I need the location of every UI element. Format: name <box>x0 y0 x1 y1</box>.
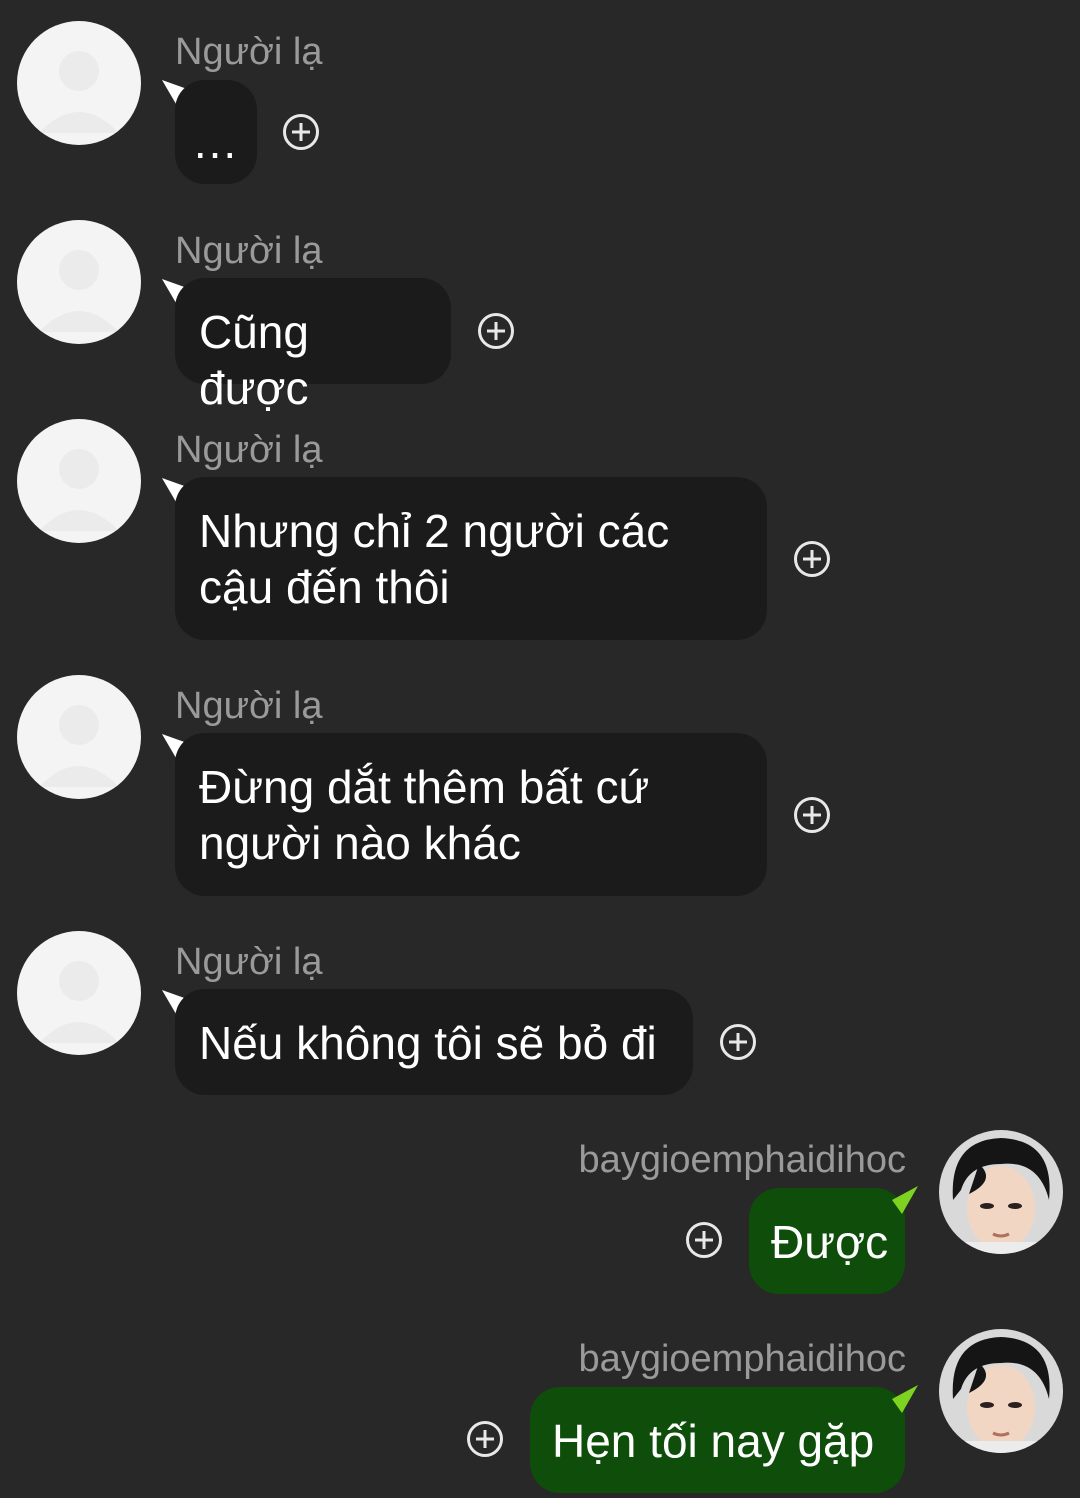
message-bubble[interactable]: Cũng được <box>175 278 451 414</box>
user-silhouette-icon <box>39 449 119 531</box>
bubble-tail <box>892 1186 918 1214</box>
add-reaction-icon[interactable] <box>467 1421 503 1457</box>
message-bubble[interactable]: Hẹn tối nay gặp <box>530 1387 905 1493</box>
message-bubble[interactable]: Đừng dắt thêm bất cứ người nào khác <box>175 733 767 896</box>
message-bubble[interactable]: Được <box>749 1188 905 1294</box>
sender-name: Người lạ <box>175 685 323 727</box>
user-avatar[interactable] <box>939 1329 1063 1453</box>
sender-name: baygioemphaidihoc <box>578 1139 906 1181</box>
user-avatar[interactable] <box>939 1130 1063 1254</box>
add-reaction-icon[interactable] <box>794 797 830 833</box>
user-photo-icon <box>939 1329 1063 1453</box>
sender-avatar[interactable] <box>17 931 141 1055</box>
sender-avatar[interactable] <box>17 21 141 145</box>
sender-avatar[interactable] <box>17 675 141 799</box>
sender-name: baygioemphaidihoc <box>578 1338 906 1380</box>
user-silhouette-icon <box>39 250 119 332</box>
add-reaction-icon[interactable] <box>720 1024 756 1060</box>
message-bubble[interactable]: ... <box>175 80 257 184</box>
add-reaction-icon[interactable] <box>794 541 830 577</box>
message-bubble[interactable]: Nhưng chỉ 2 người các cậu đến thôi <box>175 477 767 640</box>
user-silhouette-icon <box>39 961 119 1043</box>
user-silhouette-icon <box>39 51 119 133</box>
user-photo-icon <box>939 1130 1063 1254</box>
add-reaction-icon[interactable] <box>283 114 319 150</box>
sender-avatar[interactable] <box>17 419 141 543</box>
sender-name: Người lạ <box>175 941 323 983</box>
sender-avatar[interactable] <box>17 220 141 344</box>
add-reaction-icon[interactable] <box>478 313 514 349</box>
sender-name: Người lạ <box>175 230 323 272</box>
sender-name: Người lạ <box>175 31 323 73</box>
add-reaction-icon[interactable] <box>686 1222 722 1258</box>
message-bubble[interactable]: Nếu không tôi sẽ bỏ đi <box>175 989 693 1095</box>
sender-name: Người lạ <box>175 429 323 471</box>
user-silhouette-icon <box>39 705 119 787</box>
bubble-tail <box>892 1385 918 1413</box>
